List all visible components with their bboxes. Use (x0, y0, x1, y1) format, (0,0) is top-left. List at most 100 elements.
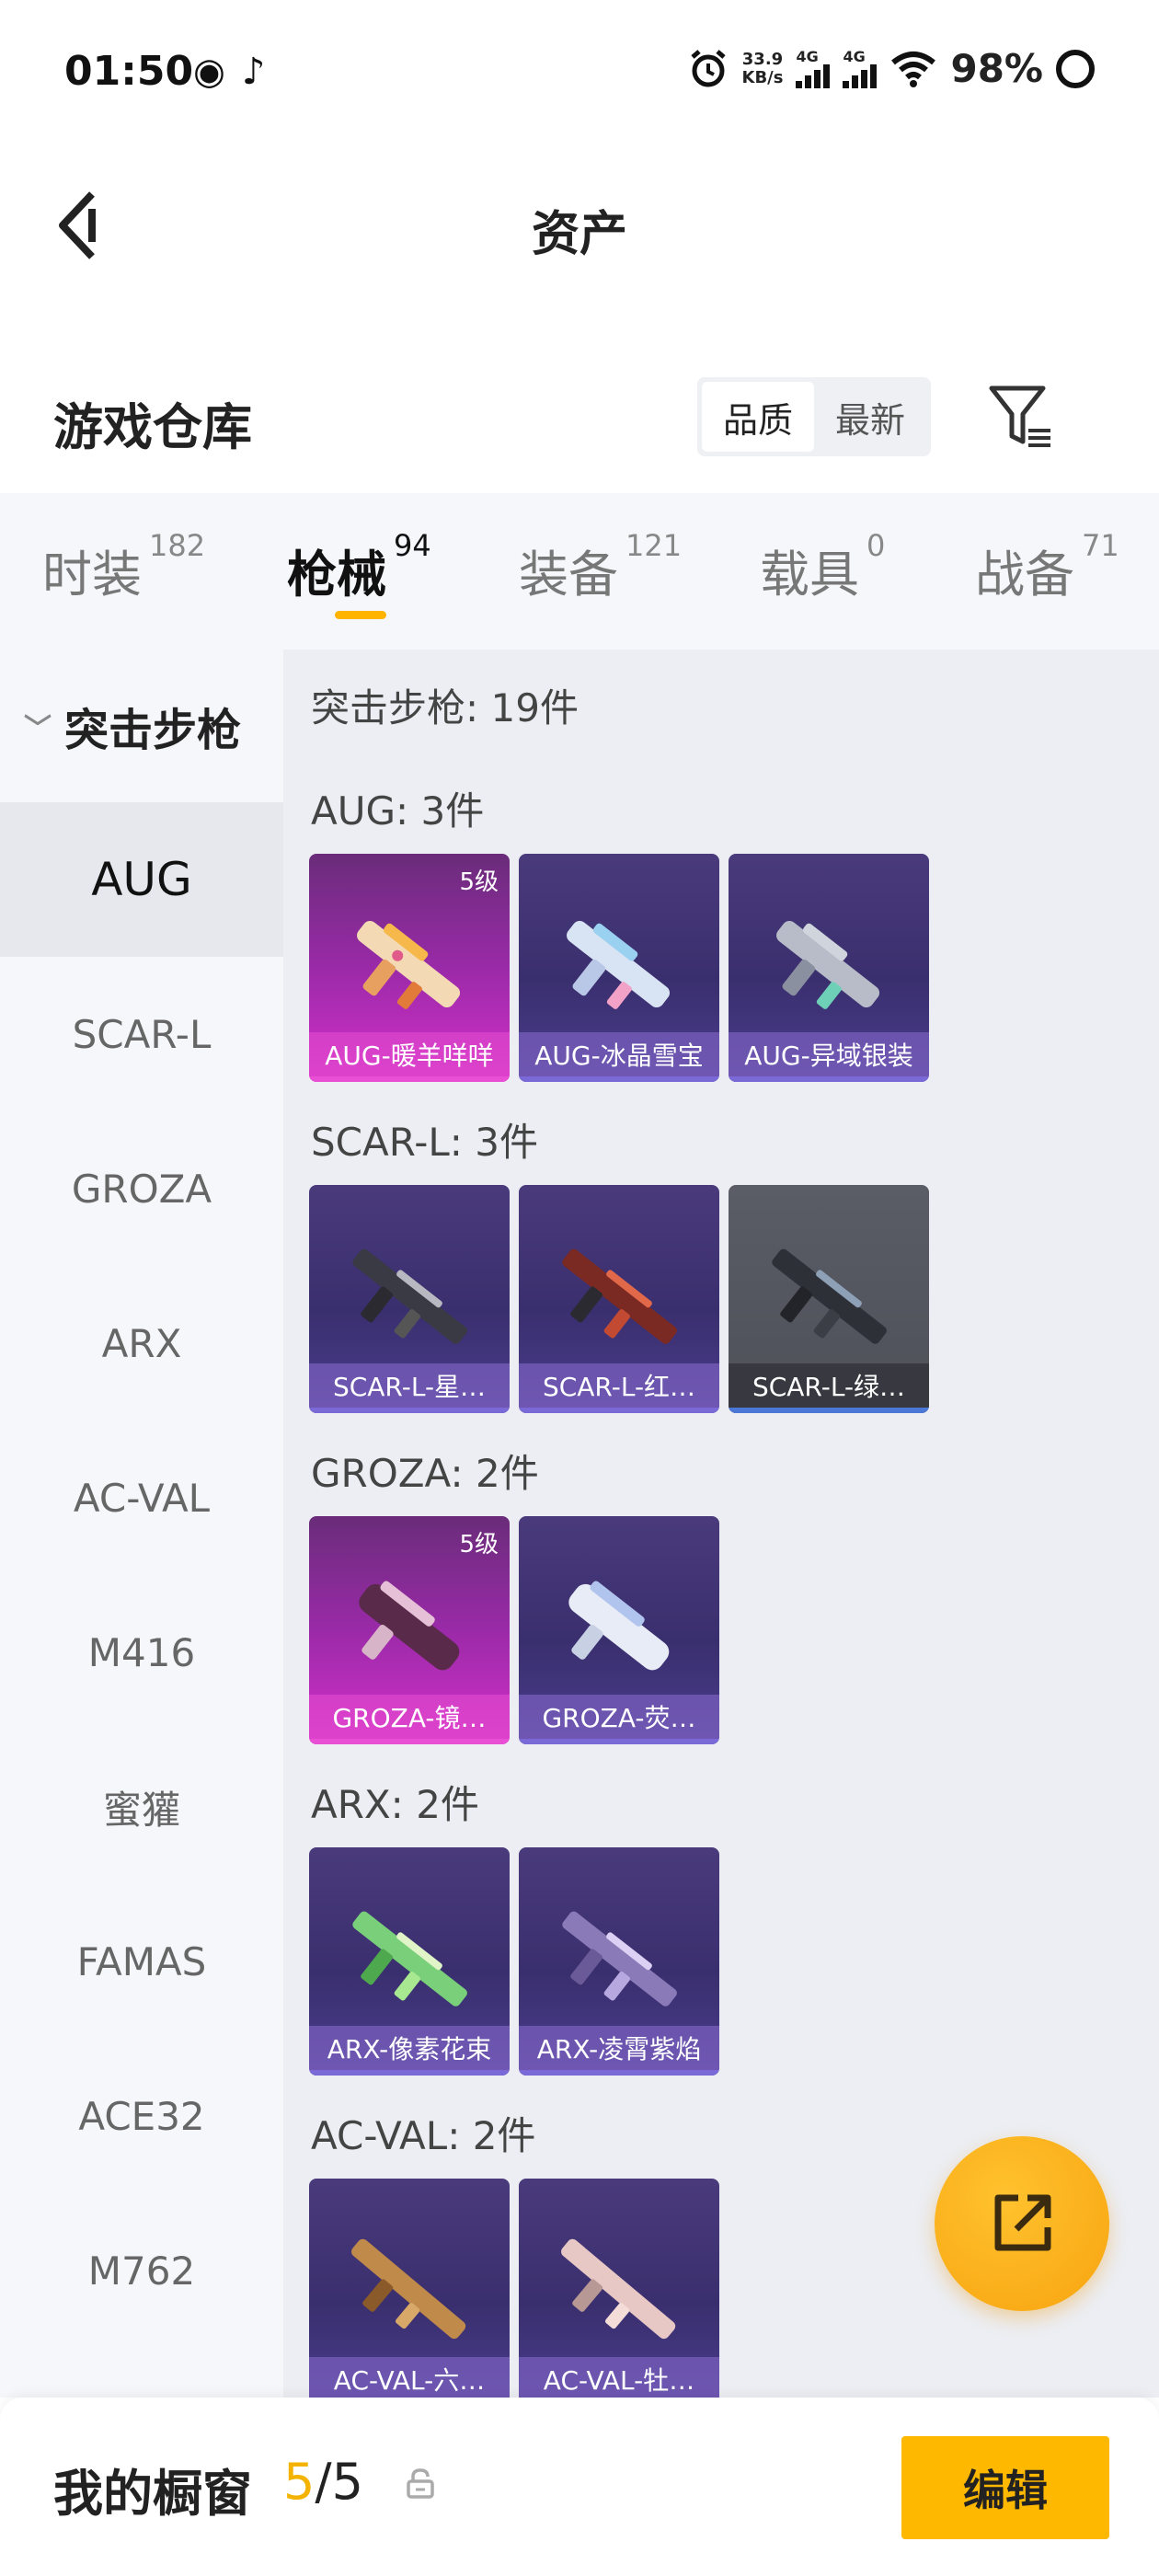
rarity-bar (309, 1076, 510, 1082)
sidebar-item-groza[interactable]: GROZA (0, 1111, 283, 1266)
group-title: GROZA: 2件 (311, 1451, 539, 1496)
signal-bars-icon (843, 63, 878, 88)
skin-card[interactable]: AC-VAL-六… (309, 2179, 510, 2398)
group-title: AC-VAL: 2件 (311, 2113, 536, 2158)
rifle-icon (357, 920, 461, 1009)
showcase-bar: 我的橱窗 5/5 编辑 (0, 2398, 1159, 2576)
rarity-bar (309, 1739, 510, 1744)
rarity-bar (729, 1076, 929, 1082)
skin-card[interactable]: AC-VAL-牡… (519, 2179, 719, 2398)
skin-card[interactable]: AUG-冰晶雪宝 (519, 854, 719, 1082)
rifle-icon (359, 1581, 460, 1671)
rarity-bar (519, 1408, 719, 1413)
filter-button[interactable] (986, 381, 1060, 454)
network-speed: 33.9 KB/s (741, 49, 784, 87)
sort-toggle: 品质 最新 (697, 377, 931, 456)
signal-1: 4G (796, 49, 831, 88)
group-title: AUG: 3件 (311, 788, 485, 834)
network-type: 4G (843, 47, 866, 65)
tab-label: 战备 (975, 546, 1074, 604)
sidebar-group-assault-rifles[interactable]: ﹀ 突击步枪 (0, 650, 283, 802)
app-header: 资产 (0, 147, 1159, 304)
status-bar: 01:50 ◉ ♪ 33.9 KB/s 4G 4G 98% (0, 0, 1159, 147)
showcase-separator: / (315, 2453, 332, 2511)
lock-icon (407, 2468, 434, 2499)
skin-name: AUG-暖羊咩咩 (309, 1032, 510, 1076)
battery-icon (1056, 49, 1095, 88)
page-title: 资产 (531, 207, 627, 262)
speed-unit: KB/s (741, 67, 784, 87)
category-summary: 突击步枪: 19件 (311, 685, 579, 730)
skin-card[interactable]: 5级 GROZA-镜… (309, 1516, 510, 1744)
skin-name: SCAR-L-红… (519, 1363, 719, 1408)
skin-name: SCAR-L-绿… (729, 1363, 929, 1408)
status-notification-icons: ◉ ♪ (193, 53, 265, 90)
tab-firearms[interactable]: 枪械 94 (287, 528, 431, 606)
skin-card[interactable]: ARX-凌霄紫焰 (519, 1847, 719, 2076)
sidebar-item-scar-l[interactable]: SCAR-L (0, 957, 283, 1111)
battery-percent: 98% (950, 46, 1043, 91)
tab-vehicles[interactable]: 载具 0 (760, 528, 885, 606)
showcase-label: 我的橱窗 (53, 2465, 252, 2523)
rarity-bar (519, 1076, 719, 1082)
skin-name: AC-VAL-六… (309, 2357, 510, 2398)
skin-name: AC-VAL-牡… (519, 2357, 719, 2398)
rarity-bar (309, 1408, 510, 1413)
sidebar-item-aug[interactable]: AUG (0, 802, 283, 957)
rifle-icon (568, 1581, 670, 1671)
sidebar-item-honey-badger[interactable]: 蜜獾 (0, 1730, 283, 1884)
rifle-icon (776, 920, 880, 1009)
edit-button[interactable]: 编辑 (901, 2436, 1109, 2539)
sidebar-item-ace32[interactable]: ACE32 (0, 2039, 283, 2193)
warehouse-title: 游戏仓库 (53, 398, 252, 456)
sidebar-item-ac-val[interactable]: AC-VAL (0, 1420, 283, 1575)
tab-fashion[interactable]: 时装 182 (42, 528, 205, 606)
rarity-bar (519, 2070, 719, 2076)
signal-bars-icon (796, 63, 831, 88)
skin-card[interactable]: SCAR-L-星… (309, 1185, 510, 1413)
tab-label: 时装 (42, 546, 142, 604)
rifle-icon (352, 1911, 467, 2007)
tab-count: 94 (394, 528, 431, 563)
browser-icon: ◉ (193, 51, 225, 93)
tab-label: 装备 (519, 546, 618, 604)
status-right: 33.9 KB/s 4G 4G 98% (687, 46, 1095, 91)
sidebar-item-m416[interactable]: M416 (0, 1575, 283, 1730)
skin-card[interactable]: SCAR-L-绿… (729, 1185, 929, 1413)
signal-2: 4G (843, 47, 878, 88)
rifle-icon (562, 1911, 677, 2007)
skin-name: AUG-异域银装 (729, 1032, 929, 1076)
category-tabs: 时装 182 枪械 94 装备 121 载具 0 战备 71 (0, 493, 1159, 650)
sidebar-item-m762[interactable]: M762 (0, 2193, 283, 2348)
skin-card[interactable]: AUG-异域银装 (729, 854, 929, 1082)
showcase-total: 5 (331, 2453, 363, 2511)
share-external-icon (994, 2194, 1051, 2251)
tab-count: 182 (149, 528, 206, 563)
speed-value: 33.9 (741, 49, 784, 69)
skin-card[interactable]: GROZA-荧… (519, 1516, 719, 1744)
weapon-sidebar: ﹀ 突击步枪 AUG SCAR-L GROZA ARX AC-VAL M416 … (0, 650, 283, 2398)
share-button[interactable] (935, 2136, 1109, 2311)
rarity-bar (519, 1739, 719, 1744)
sidebar-item-arx[interactable]: ARX (0, 1266, 283, 1420)
sort-newest-button[interactable]: 最新 (814, 382, 926, 452)
skin-card[interactable]: ARX-像素花束 (309, 1847, 510, 2076)
skin-card[interactable]: SCAR-L-红… (519, 1185, 719, 1413)
rifle-icon (561, 2238, 676, 2340)
wifi-icon (891, 51, 936, 87)
skin-name: GROZA-镜… (309, 1695, 510, 1739)
rifle-icon (352, 1248, 467, 1344)
rarity-bar (309, 2070, 510, 2076)
tab-label: 载具 (760, 546, 859, 604)
sort-quality-button[interactable]: 品质 (702, 382, 814, 452)
tab-supplies[interactable]: 战备 71 (975, 528, 1119, 606)
showcase-current: 5 (283, 2453, 316, 2511)
tab-equipment[interactable]: 装备 121 (519, 528, 682, 606)
skin-card[interactable]: 5级 AUG-暖羊咩咩 (309, 854, 510, 1082)
skin-name: GROZA-荧… (519, 1695, 719, 1739)
tab-label: 枪械 (287, 546, 386, 604)
rifle-icon (772, 1248, 887, 1344)
sidebar-item-famas[interactable]: FAMAS (0, 1884, 283, 2039)
group-title: SCAR-L: 3件 (311, 1120, 538, 1165)
tab-count: 0 (866, 528, 886, 563)
